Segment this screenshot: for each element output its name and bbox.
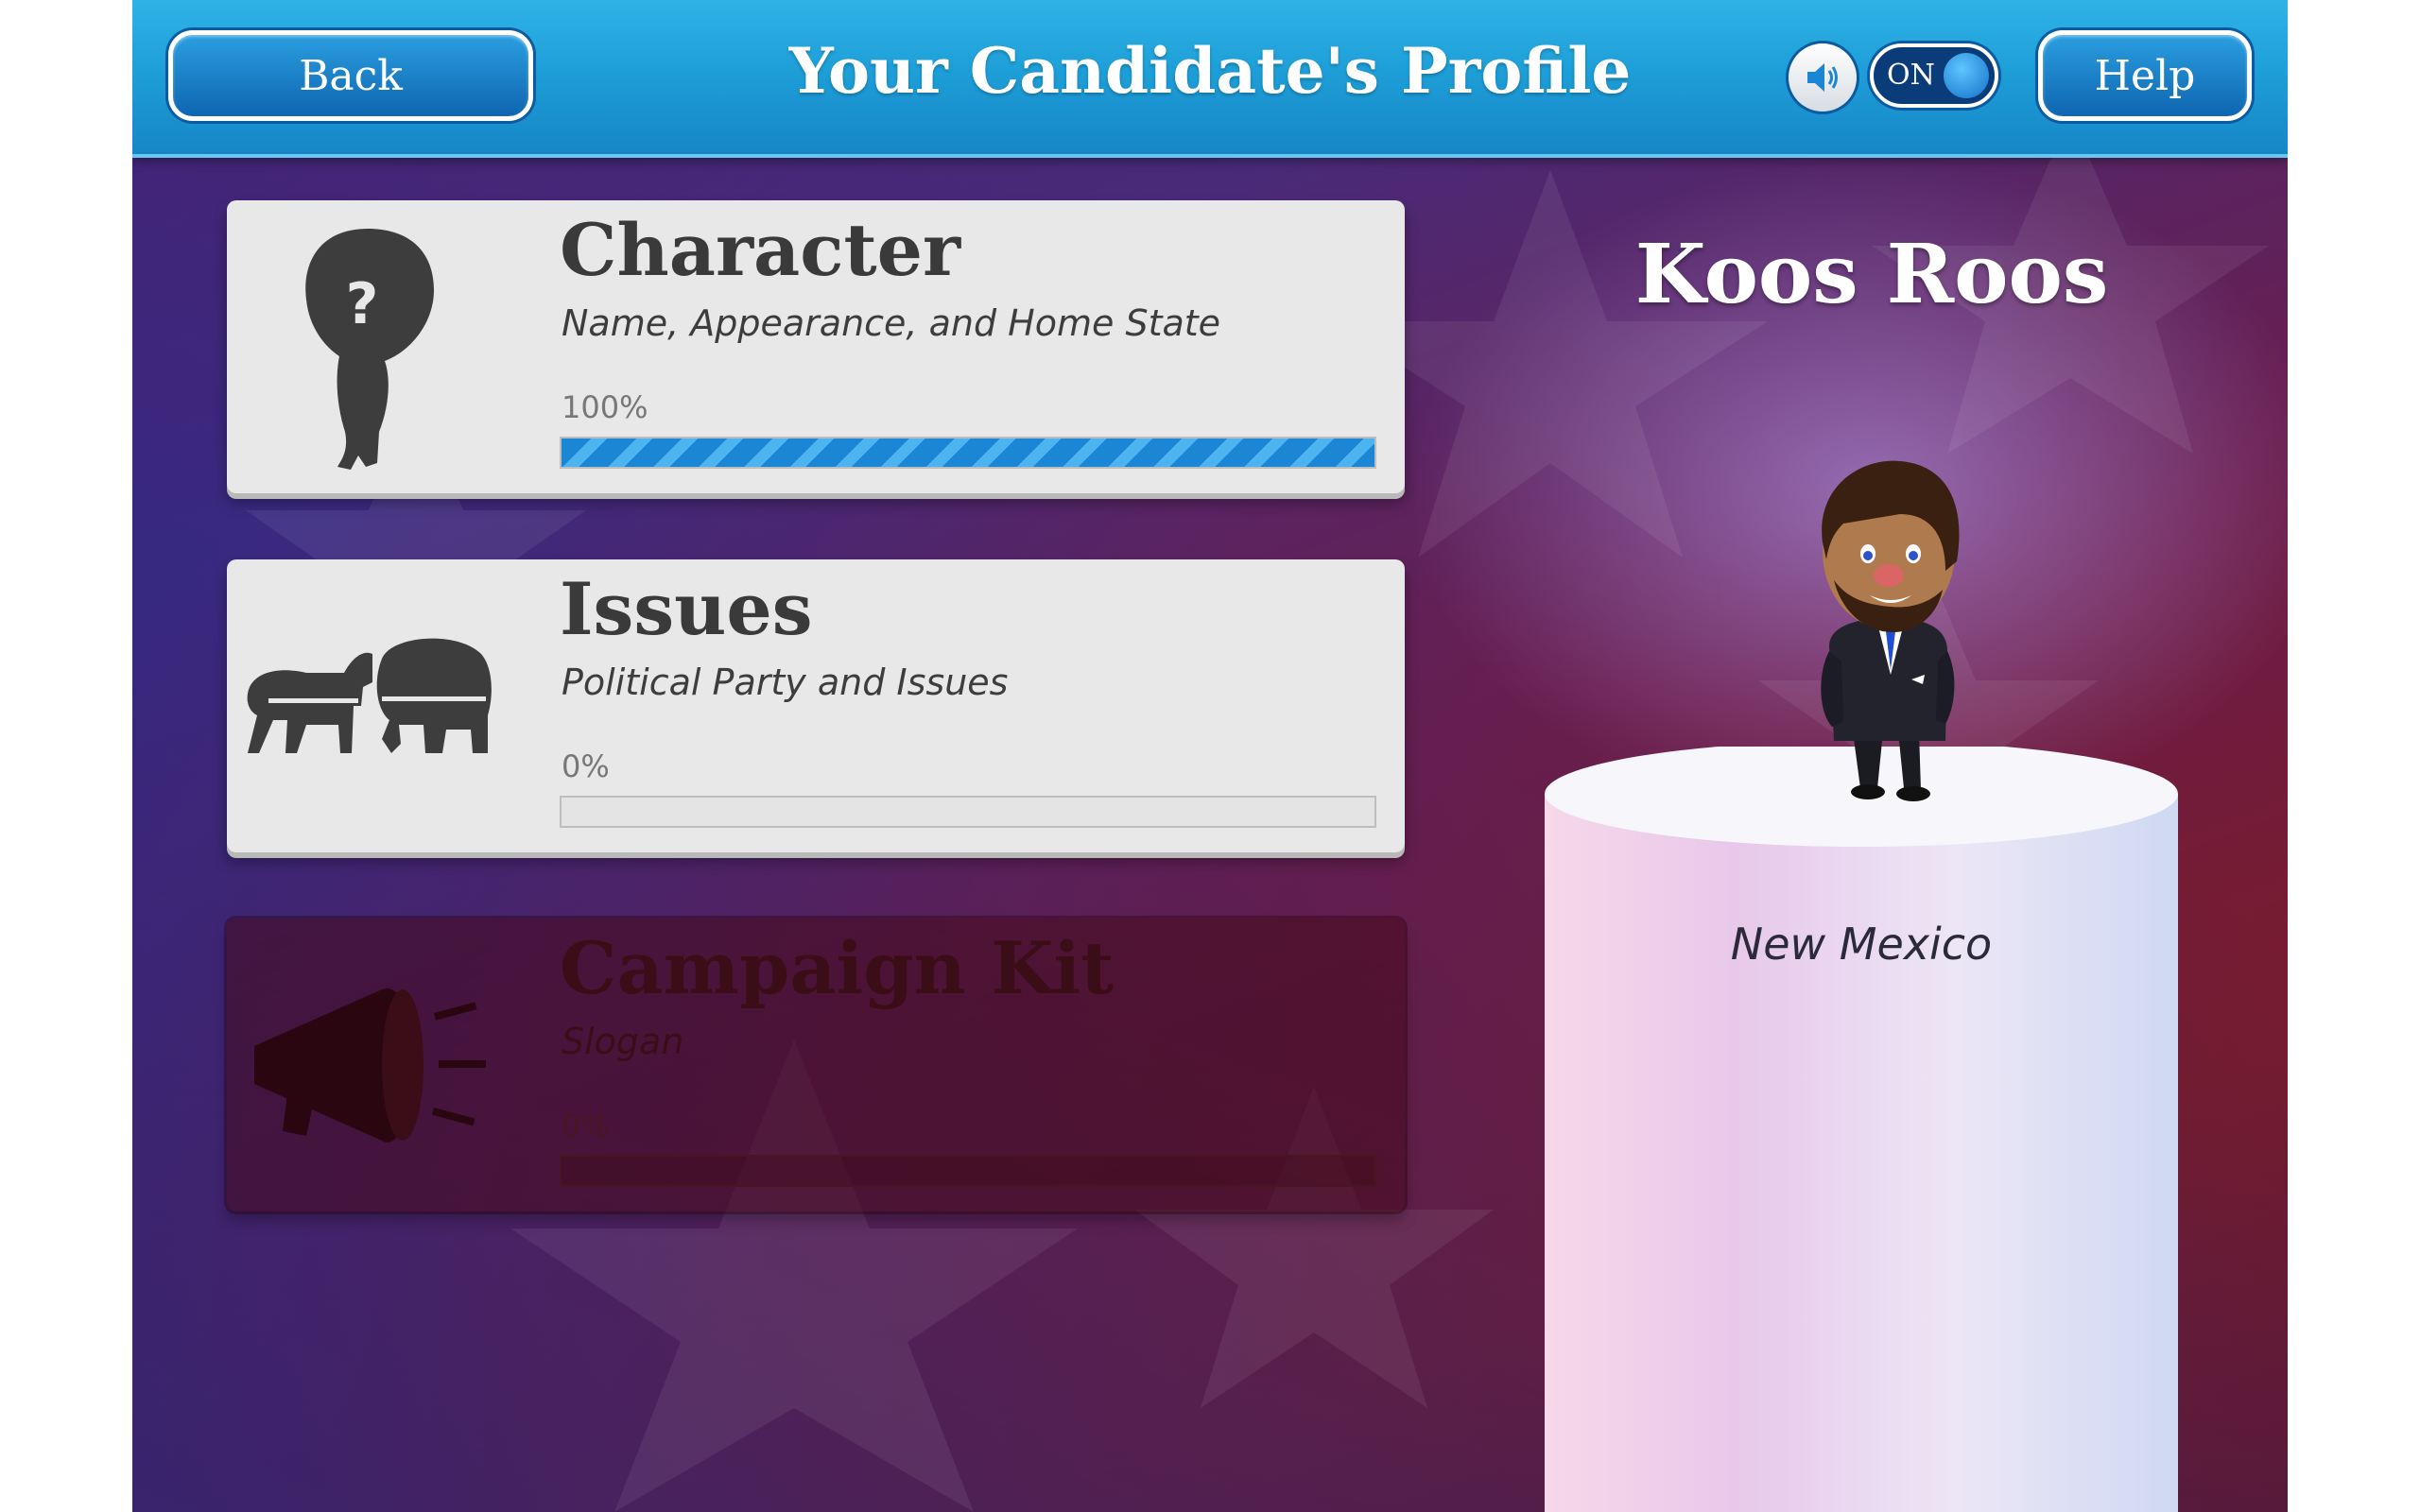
home-state-label: New Mexico — [1730, 919, 1993, 970]
speaker-icon[interactable] — [1789, 43, 1857, 112]
card-title: Campaign Kit — [560, 926, 1115, 1010]
card-subtitle: Name, Appearance, and Home State — [562, 302, 1221, 344]
back-button[interactable]: Back — [168, 30, 533, 121]
progress-percent: 0% — [562, 1108, 610, 1143]
card-issues[interactable]: Issues Political Party and Issues 0% — [227, 559, 1405, 852]
card-subtitle: Slogan — [562, 1021, 684, 1062]
donkey-elephant-icon — [240, 559, 495, 852]
card-campaign-kit: Campaign Kit Slogan 0% — [227, 919, 1405, 1211]
head-silhouette-icon: ? — [240, 200, 495, 493]
megaphone-icon — [240, 919, 495, 1211]
card-subtitle: Political Party and Issues — [562, 662, 1009, 703]
sound-toggle-label: ON — [1887, 59, 1935, 92]
page-title: Your Candidate's Profile — [788, 34, 1632, 108]
progress-bar — [560, 796, 1376, 828]
progress-bar-fill — [562, 438, 1374, 467]
progress-bar — [560, 437, 1376, 469]
candidate-name: Koos Roos — [1634, 227, 2109, 322]
app-screen: Back Your Candidate's Profile ON Help ? … — [132, 0, 2288, 1512]
pedestal — [1545, 747, 2178, 1512]
progress-bar — [560, 1155, 1376, 1187]
svg-text:?: ? — [346, 271, 379, 337]
help-button[interactable]: Help — [2038, 30, 2252, 121]
card-title: Issues — [560, 567, 813, 651]
candidate-avatar — [1821, 460, 1960, 801]
header-bar: Back Your Candidate's Profile ON Help — [132, 0, 2288, 158]
sound-toggle[interactable]: ON — [1870, 43, 1998, 108]
progress-percent: 0% — [562, 748, 610, 784]
toggle-knob — [1944, 53, 1989, 98]
card-title: Character — [560, 208, 961, 292]
card-character[interactable]: ? Character Name, Appearance, and Home S… — [227, 200, 1405, 493]
progress-percent: 100% — [562, 389, 648, 425]
